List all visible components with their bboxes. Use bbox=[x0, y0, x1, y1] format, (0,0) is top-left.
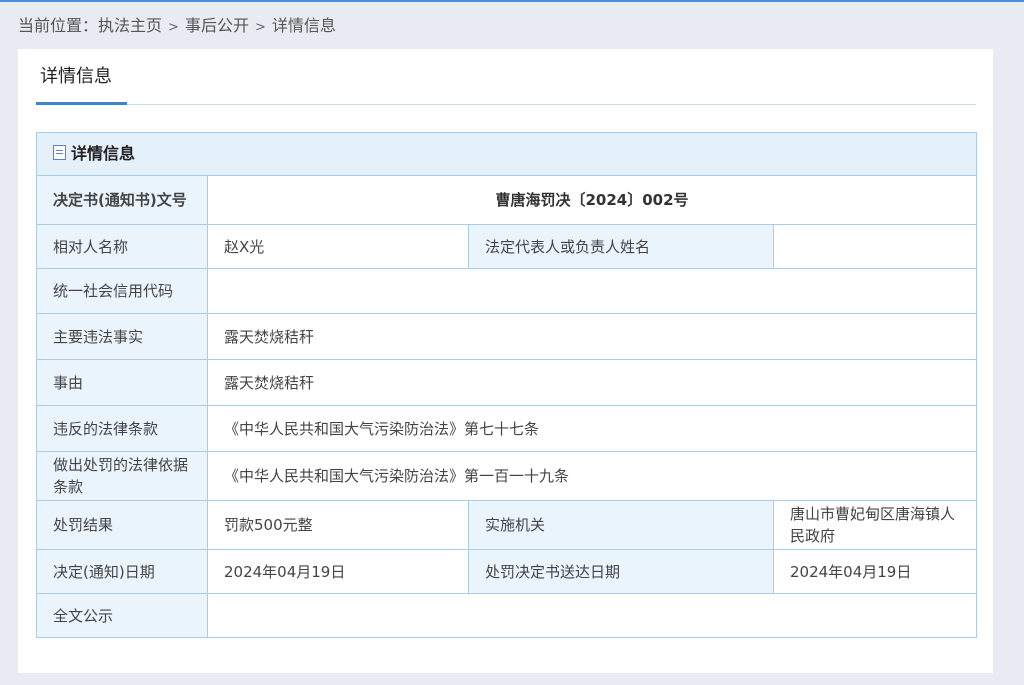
breadcrumb-separator: > bbox=[254, 20, 266, 35]
penalty-basis-label: 做出处罚的法律依据条款 bbox=[36, 451, 208, 501]
legal-rep-value bbox=[772, 224, 978, 269]
credit-code-value bbox=[206, 268, 978, 314]
authority-value: 唐山市曹妃甸区唐海镇人民政府 bbox=[772, 500, 978, 550]
table-row: 违反的法律条款 《中华人民共和国大气污染防治法》第七十七条 bbox=[36, 405, 978, 452]
penalty-result-label: 处罚结果 bbox=[36, 500, 208, 550]
table-row: 统一社会信用代码 bbox=[36, 268, 978, 314]
authority-label: 实施机关 bbox=[468, 500, 774, 550]
party-name-value: 赵X光 bbox=[207, 224, 469, 269]
content-panel: 详情信息 详情信息 决定书(通知书)文号 曹唐海罚决〔2024〕002号 相对人… bbox=[18, 49, 993, 673]
violated-law-value: 《中华人民共和国大气污染防治法》第七十七条 bbox=[206, 405, 978, 452]
table-row: 事由 露天焚烧秸秆 bbox=[36, 359, 978, 406]
breadcrumb-current: 详情信息 bbox=[271, 16, 336, 35]
party-name-label: 相对人名称 bbox=[36, 224, 208, 269]
delivery-date-value: 2024年04月19日 bbox=[772, 549, 978, 594]
detail-table: 详情信息 决定书(通知书)文号 曹唐海罚决〔2024〕002号 相对人名称 赵X… bbox=[35, 132, 978, 638]
table-row: 做出处罚的法律依据条款 《中华人民共和国大气污染防治法》第一百一十九条 bbox=[36, 451, 978, 501]
penalty-result-value: 罚款500元整 bbox=[207, 500, 469, 550]
tab-detail-info[interactable]: 详情信息 bbox=[36, 62, 116, 104]
table-row: 全文公示 bbox=[36, 593, 978, 638]
delivery-date-label: 处罚决定书送达日期 bbox=[468, 549, 774, 594]
penalty-basis-value: 《中华人民共和国大气污染防治法》第一百一十九条 bbox=[206, 451, 978, 501]
table-row: 处罚结果 罚款500元整 实施机关 唐山市曹妃甸区唐海镇人民政府 bbox=[36, 500, 978, 550]
breadcrumb-link-home[interactable]: 执法主页 bbox=[98, 16, 162, 35]
decision-date-value: 2024年04月19日 bbox=[207, 549, 469, 594]
tab-divider bbox=[36, 104, 976, 105]
table-row: 决定(通知)日期 2024年04月19日 处罚决定书送达日期 2024年04月1… bbox=[36, 549, 978, 594]
table-header-row: 详情信息 bbox=[35, 132, 978, 176]
full-text-value bbox=[206, 593, 978, 638]
credit-code-label: 统一社会信用代码 bbox=[36, 268, 208, 314]
violated-law-label: 违反的法律条款 bbox=[36, 405, 208, 452]
decision-date-label: 决定(通知)日期 bbox=[36, 549, 208, 594]
top-accent-line bbox=[0, 0, 1024, 2]
table-row: 相对人名称 赵X光 法定代表人或负责人姓名 bbox=[36, 224, 978, 269]
facts-label: 主要违法事实 bbox=[36, 313, 208, 360]
facts-value: 露天焚烧秸秆 bbox=[206, 313, 978, 360]
tab-active-indicator bbox=[36, 102, 127, 105]
table-title-text: 详情信息 bbox=[71, 144, 136, 163]
table-row: 决定书(通知书)文号 曹唐海罚决〔2024〕002号 bbox=[36, 175, 978, 225]
reason-label: 事由 bbox=[36, 359, 208, 406]
doc-no-label: 决定书(通知书)文号 bbox=[36, 175, 208, 225]
breadcrumb: 当前位置：执法主页 > 事后公开 > 详情信息 bbox=[18, 14, 336, 38]
table-row: 主要违法事实 露天焚烧秸秆 bbox=[36, 313, 978, 360]
breadcrumb-link-public[interactable]: 事后公开 bbox=[185, 16, 249, 35]
legal-rep-label: 法定代表人或负责人姓名 bbox=[468, 224, 774, 269]
breadcrumb-prefix: 当前位置： bbox=[18, 16, 99, 35]
document-icon bbox=[53, 145, 66, 160]
breadcrumb-separator: > bbox=[168, 20, 179, 35]
doc-no-value: 曹唐海罚决〔2024〕002号 bbox=[206, 175, 978, 225]
table-title: 详情信息 bbox=[35, 132, 978, 176]
full-text-label: 全文公示 bbox=[36, 593, 208, 638]
reason-value: 露天焚烧秸秆 bbox=[206, 359, 978, 406]
